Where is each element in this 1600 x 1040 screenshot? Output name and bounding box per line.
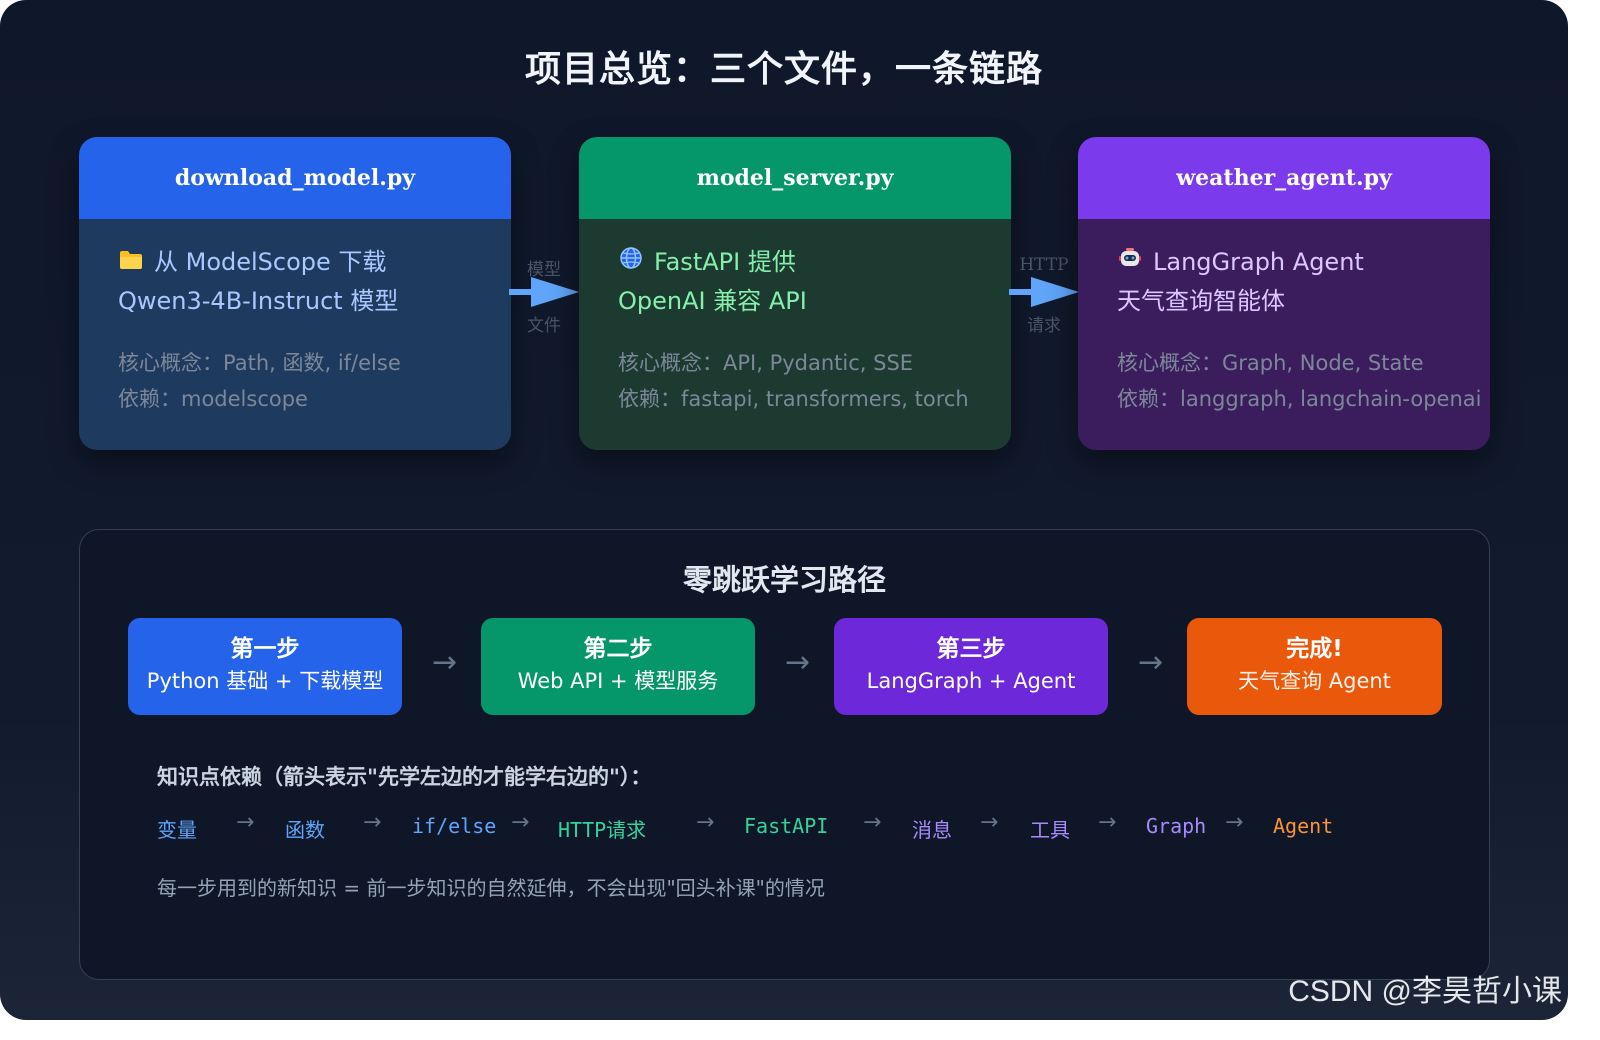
connector-model-files: 模型 文件: [509, 255, 579, 336]
dep-arrow-icon: →: [980, 810, 999, 835]
step-desc: LangGraph + Agent: [866, 669, 1076, 693]
step-desc: Web API + 模型服务: [517, 669, 719, 693]
card-line-1: LangGraph Agent: [1153, 248, 1364, 276]
arrow-right-icon: [1009, 277, 1079, 307]
dep-arrow-icon: →: [236, 810, 255, 835]
card-weather-agent: weather_agent.py LangGraph Agent 天气查询智能体: [1078, 137, 1490, 450]
dep-arrow-icon: →: [1225, 810, 1244, 835]
dep-arrow-icon: →: [863, 810, 882, 835]
card-filename: weather_agent.py: [1078, 137, 1490, 219]
watermark: CSDN @李昊哲小课: [1288, 975, 1562, 1008]
diagram-canvas: 项目总览：三个文件，一条链路 download_model.py 从 Model…: [0, 0, 1568, 1020]
card-model-server: model_server.py FastAPI 提供 OpenAI 兼容 API…: [579, 137, 1011, 450]
dependency-note: 每一步用到的新知识 = 前一步知识的自然延伸，不会出现"回头补课"的情况: [157, 876, 825, 900]
dep-item: Graph: [1146, 814, 1207, 838]
dep-item: 函数: [285, 818, 325, 842]
step-desc: Python 基础 + 下载模型: [146, 669, 384, 693]
connector-label-bottom: 文件: [527, 316, 561, 336]
step-title: 第三步: [936, 636, 1006, 662]
card-concepts: 核心概念：Graph, Node, State: [1117, 351, 1424, 375]
dependency-title: 知识点依赖（箭头表示"先学左边的才能学右边的"）：: [157, 765, 652, 789]
step-arrow-icon: →: [785, 645, 811, 680]
step-arrow-icon: →: [1138, 645, 1164, 680]
dep-item: FastAPI: [744, 814, 829, 838]
dep-arrow-icon: →: [511, 810, 530, 835]
card-body: 从 ModelScope 下载 Qwen3-4B-Instruct 模型 核心概…: [79, 219, 511, 450]
step-title: 完成!: [1286, 636, 1343, 662]
card-deps: 依赖：modelscope: [118, 387, 308, 411]
globe-icon: [618, 243, 644, 282]
learning-path-title: 零跳跃学习路径: [682, 563, 886, 597]
card-filename: model_server.py: [579, 137, 1011, 219]
connector-http-request: HTTP 请求: [1009, 255, 1079, 336]
step-complete: 完成! 天气查询 Agent: [1187, 618, 1442, 715]
dep-item: if/else: [412, 814, 497, 838]
card-body: LangGraph Agent 天气查询智能体 核心概念：Graph, Node…: [1078, 219, 1490, 450]
step-1: 第一步 Python 基础 + 下载模型: [128, 618, 402, 715]
step-3: 第三步 LangGraph + Agent: [834, 618, 1108, 715]
card-body: FastAPI 提供 OpenAI 兼容 API 核心概念：API, Pydan…: [579, 219, 1011, 450]
robot-icon: [1117, 243, 1143, 282]
connector-label-top: HTTP: [1019, 255, 1069, 275]
dep-item: 消息: [912, 818, 952, 842]
card-concepts: 核心概念：Path, 函数, if/else: [118, 351, 401, 375]
dep-item: 变量: [157, 818, 197, 842]
step-2: 第二步 Web API + 模型服务: [481, 618, 755, 715]
learning-path-panel: 零跳跃学习路径 第一步 Python 基础 + 下载模型 → 第二步 Web A…: [79, 529, 1490, 980]
dep-item: HTTP请求: [558, 818, 647, 842]
card-filename: download_model.py: [79, 137, 511, 219]
card-line-1: FastAPI 提供: [654, 248, 796, 276]
step-arrow-icon: →: [432, 645, 458, 680]
connector-label-bottom: 请求: [1027, 316, 1061, 336]
arrow-right-icon: [509, 277, 579, 307]
dep-item: Agent: [1273, 814, 1334, 838]
page-title: 项目总览：三个文件，一条链路: [524, 49, 1043, 90]
card-concepts: 核心概念：API, Pydantic, SSE: [618, 351, 914, 375]
card-line-2: OpenAI 兼容 API: [618, 287, 807, 315]
card-download-model: download_model.py 从 ModelScope 下载 Qwen3-…: [79, 137, 511, 450]
dep-arrow-icon: →: [696, 810, 715, 835]
step-title: 第二步: [583, 636, 653, 662]
card-line-1: 从 ModelScope 下载: [154, 248, 387, 276]
dep-arrow-icon: →: [363, 810, 382, 835]
card-line-2: 天气查询智能体: [1117, 287, 1285, 315]
card-deps: 依赖：langgraph, langchain-openai: [1117, 387, 1482, 411]
card-deps: 依赖：fastapi, transformers, torch: [618, 387, 969, 411]
card-line-2: Qwen3-4B-Instruct 模型: [118, 287, 399, 315]
folder-icon: [118, 243, 144, 282]
dep-arrow-icon: →: [1098, 810, 1117, 835]
dep-item: 工具: [1030, 818, 1070, 842]
step-desc: 天气查询 Agent: [1238, 669, 1391, 693]
step-title: 第一步: [230, 636, 300, 662]
